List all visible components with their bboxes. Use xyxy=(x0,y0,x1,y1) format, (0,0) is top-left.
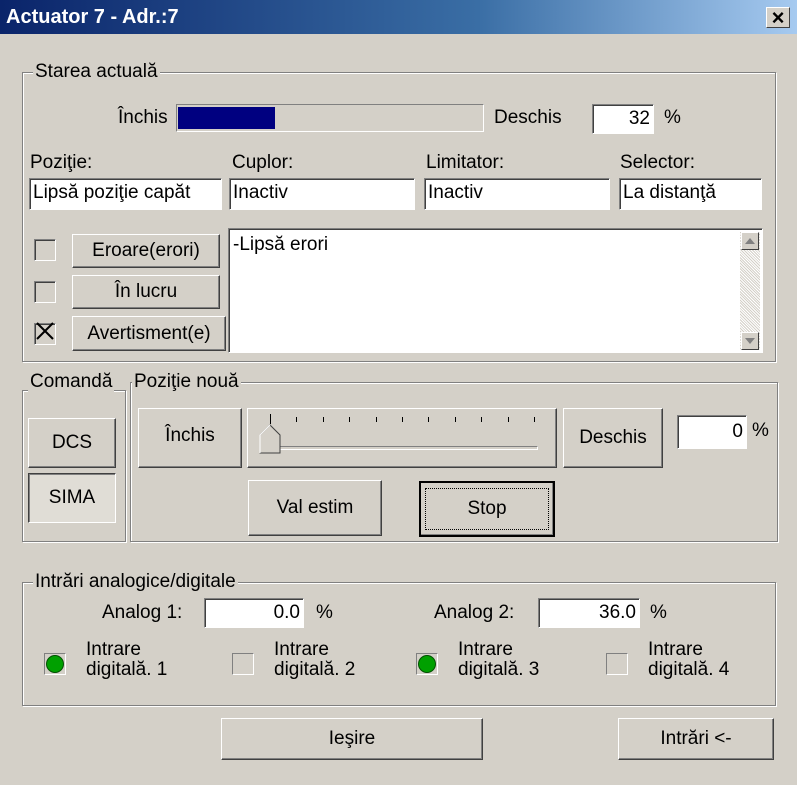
messages-scrollbar[interactable] xyxy=(740,232,760,350)
stop-label: Stop xyxy=(467,498,507,519)
close-button[interactable]: × xyxy=(766,4,790,30)
slider-tick xyxy=(428,417,430,422)
messages-textbox[interactable]: -Lipsă erori xyxy=(228,228,763,353)
io-legend: Intrări analogice/digitale xyxy=(33,571,238,592)
slider-track xyxy=(270,446,538,450)
slider-tick xyxy=(270,414,271,424)
slider-tick xyxy=(481,417,483,422)
slider-ticks xyxy=(270,414,535,424)
slider-tick xyxy=(296,417,298,422)
window-title: Actuator 7 - Adr.:7 xyxy=(6,6,179,28)
arrow-down-icon xyxy=(745,338,755,344)
stop-button[interactable]: Stop xyxy=(419,481,555,537)
slider-tick xyxy=(402,417,403,422)
open-command-button[interactable]: Deschis xyxy=(563,408,663,468)
analog1-percent: % xyxy=(316,602,333,623)
digital-input-2-line1: Intrare xyxy=(274,639,329,660)
position-progress-fill xyxy=(178,107,275,129)
error-checkbox xyxy=(34,239,56,261)
estimate-button[interactable]: Val estim xyxy=(248,480,382,536)
slider-tick xyxy=(322,417,324,422)
warnings-button[interactable]: Avertisment(e) xyxy=(72,316,226,351)
warning-check-mark xyxy=(36,322,54,346)
close-icon: × xyxy=(771,4,785,30)
digital-input-3-dot xyxy=(418,655,436,673)
slider-tick xyxy=(349,417,351,422)
coupler-field-label: Cuplor: xyxy=(232,152,294,173)
exit-button[interactable]: Ieşire xyxy=(221,718,483,760)
slider-tick xyxy=(534,417,535,422)
dcs-button[interactable]: DCS xyxy=(28,418,116,468)
working-checkbox xyxy=(34,281,56,303)
analog2-label: Analog 2: xyxy=(434,602,515,623)
current-state-legend: Starea actuală xyxy=(33,61,160,82)
limiter-field-label: Limitator: xyxy=(426,152,505,173)
analog1-field: 0.0 xyxy=(204,598,304,628)
position-field-label: Poziţie: xyxy=(30,152,93,173)
digital-input-3-line1: Intrare xyxy=(458,639,513,660)
scroll-up-button[interactable] xyxy=(741,232,759,250)
working-button[interactable]: În lucru xyxy=(72,275,220,309)
digital-input-1-line1: Intrare xyxy=(86,639,141,660)
digital-input-1-line2: digitală. 1 xyxy=(86,659,168,680)
slider-tick xyxy=(507,417,509,422)
closed-label: Închis xyxy=(118,107,168,128)
digital-input-3-line2: digitală. 3 xyxy=(458,659,540,680)
analog2-field: 36.0 xyxy=(538,598,640,628)
digital-input-4-line1: Intrare xyxy=(648,639,703,660)
messages-text: -Lipsă erori xyxy=(233,234,329,255)
digital-input-1-dot xyxy=(46,655,64,673)
selector-field-label: Selector: xyxy=(620,152,695,173)
new-position-percent: % xyxy=(752,420,769,441)
analog1-label: Analog 1: xyxy=(102,602,183,623)
scroll-down-button[interactable] xyxy=(741,332,759,350)
limiter-field: Inactiv xyxy=(424,178,610,210)
position-field: Lipsă poziţie capăt xyxy=(29,178,222,210)
slider-thumb[interactable] xyxy=(259,424,281,454)
digital-input-2-led xyxy=(232,653,254,675)
percent-sign: % xyxy=(664,107,681,128)
digital-input-3-led xyxy=(416,653,438,675)
close-command-button[interactable]: Închis xyxy=(138,408,242,468)
selector-field: La distanţă xyxy=(619,178,762,210)
position-progress-bar xyxy=(176,104,484,132)
errors-button[interactable]: Eroare(erori) xyxy=(72,234,220,268)
new-position-legend: Poziţie nouă xyxy=(132,371,241,392)
inputs-button[interactable]: Intrări <- xyxy=(618,718,774,760)
command-legend: Comandă xyxy=(28,371,115,392)
analog2-percent: % xyxy=(650,602,667,623)
coupler-field: Inactiv xyxy=(229,178,415,210)
position-percent-field: 32 xyxy=(592,104,654,134)
slider-tick xyxy=(454,417,456,422)
warning-checkbox xyxy=(34,322,56,346)
slider-tick xyxy=(375,417,377,422)
open-label: Deschis xyxy=(494,107,562,128)
arrow-up-icon xyxy=(745,238,755,244)
digital-input-4-led xyxy=(606,653,628,675)
digital-input-4-line2: digitală. 4 xyxy=(648,659,730,680)
digital-input-1-led xyxy=(44,653,66,675)
new-position-field[interactable]: 0 xyxy=(677,415,747,449)
stop-focus-rect: Stop xyxy=(425,488,549,530)
sima-button[interactable]: SIMA xyxy=(28,473,116,523)
digital-input-2-line2: digitală. 2 xyxy=(274,659,356,680)
